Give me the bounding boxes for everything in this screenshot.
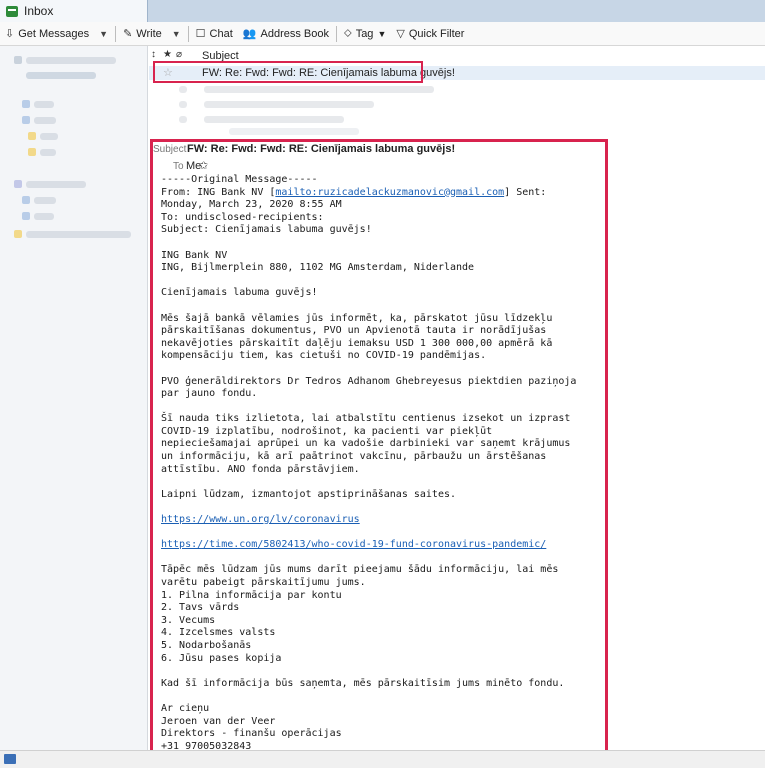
folder-icon [14, 180, 22, 188]
tag-label: Tag [355, 27, 374, 40]
attachment-column-icon[interactable]: ⌀ [176, 49, 182, 60]
write-label: Write [136, 27, 162, 40]
get-messages-dropdown[interactable]: ▼ [94, 23, 113, 45]
address-book-label: Address Book [260, 27, 329, 40]
folder-item[interactable] [34, 213, 54, 220]
toolbar-divider [187, 25, 189, 42]
status-bar [0, 750, 765, 768]
thread-row[interactable] [204, 86, 434, 93]
chat-icon: ☐ [195, 28, 206, 40]
selected-thread-highlight [153, 61, 423, 83]
toolbar-divider [335, 25, 337, 42]
folder-item[interactable] [26, 72, 96, 79]
folder-item[interactable] [26, 231, 131, 238]
chevron-down-icon: ▼ [171, 28, 181, 39]
folder-icon [22, 100, 30, 108]
pencil-icon: ✎ [123, 28, 133, 40]
star-column-icon[interactable]: ★ [163, 49, 172, 60]
folder-item[interactable] [26, 57, 116, 64]
tag-icon: ⬦ [343, 27, 352, 39]
folder-icon [28, 148, 36, 156]
folder-pane[interactable] [0, 46, 148, 750]
chat-button[interactable]: ☐ Chat [191, 23, 238, 45]
connection-status-icon[interactable] [4, 754, 16, 764]
get-messages-button[interactable]: ⇩ Get Messages [0, 23, 94, 45]
folder-item[interactable] [34, 197, 56, 204]
folder-icon [14, 56, 22, 64]
filter-icon: ▽ [396, 28, 405, 40]
chat-label: Chat [209, 27, 233, 40]
thread-row[interactable] [179, 101, 187, 108]
thread-row[interactable] [179, 116, 187, 123]
thread-row[interactable] [204, 116, 344, 123]
quick-filter-label: Quick Filter [408, 27, 465, 40]
toolbar-divider [115, 25, 117, 42]
address-book-icon: 👥 [242, 28, 257, 40]
thread-row[interactable] [229, 128, 359, 135]
thread-row[interactable] [204, 101, 374, 108]
folder-item[interactable] [34, 101, 54, 108]
message-body-highlight [150, 139, 608, 763]
folder-item[interactable] [40, 133, 58, 140]
folder-icon [22, 116, 30, 124]
download-icon: ⇩ [5, 28, 15, 40]
folder-item[interactable] [34, 117, 56, 124]
folder-item[interactable] [40, 149, 56, 156]
thread-column-icon[interactable]: ↕ [151, 49, 156, 60]
folder-icon [22, 212, 30, 220]
write-button[interactable]: ✎ Write [118, 23, 167, 45]
tab-bar: Inbox [0, 0, 765, 22]
chevron-down-icon: ▼ [377, 28, 387, 39]
get-messages-label: Get Messages [18, 27, 90, 40]
folder-icon [14, 230, 22, 238]
chevron-down-icon: ▼ [99, 28, 109, 39]
write-dropdown[interactable]: ▼ [167, 23, 186, 45]
folder-icon [28, 132, 36, 140]
folder-icon [22, 196, 30, 204]
main-toolbar: ⇩ Get Messages ▼ ✎ Write ▼ ☐ Chat 👥 Addr… [0, 22, 765, 46]
tab-inbox[interactable]: Inbox [0, 0, 148, 22]
tag-button[interactable]: ⬦ Tag ▼ [339, 23, 391, 45]
quick-filter-button[interactable]: ▽ Quick Filter [391, 23, 469, 45]
inbox-icon [6, 5, 18, 17]
thread-row[interactable] [179, 86, 187, 93]
address-book-button[interactable]: 👥 Address Book [238, 23, 334, 45]
folder-item[interactable] [26, 181, 86, 188]
tab-inbox-label: Inbox [24, 4, 54, 18]
